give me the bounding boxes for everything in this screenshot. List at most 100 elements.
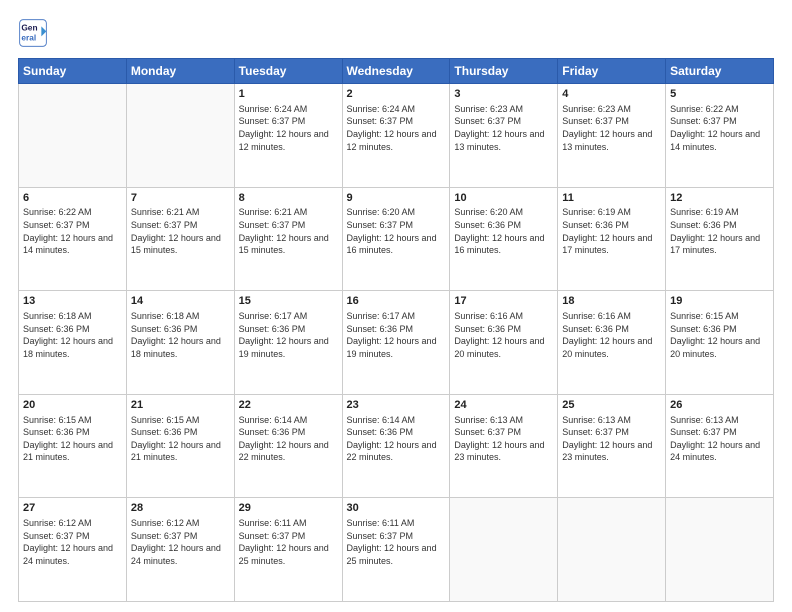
day-cell: 20Sunrise: 6:15 AMSunset: 6:36 PMDayligh… [19,394,127,498]
day-number: 12 [670,191,769,206]
day-detail: Sunrise: 6:23 AMSunset: 6:37 PMDaylight:… [562,103,661,153]
day-number: 13 [23,294,122,309]
day-detail: Sunrise: 6:11 AMSunset: 6:37 PMDaylight:… [239,517,338,567]
day-cell: 13Sunrise: 6:18 AMSunset: 6:36 PMDayligh… [19,291,127,395]
day-number: 20 [23,398,122,413]
day-number: 26 [670,398,769,413]
calendar-body: 1Sunrise: 6:24 AMSunset: 6:37 PMDaylight… [19,84,774,602]
day-cell: 14Sunrise: 6:18 AMSunset: 6:36 PMDayligh… [126,291,234,395]
day-cell: 16Sunrise: 6:17 AMSunset: 6:36 PMDayligh… [342,291,450,395]
day-number: 5 [670,87,769,102]
day-number: 23 [347,398,446,413]
day-cell: 27Sunrise: 6:12 AMSunset: 6:37 PMDayligh… [19,498,127,602]
day-number: 14 [131,294,230,309]
day-cell: 28Sunrise: 6:12 AMSunset: 6:37 PMDayligh… [126,498,234,602]
day-detail: Sunrise: 6:17 AMSunset: 6:36 PMDaylight:… [239,310,338,360]
day-number: 28 [131,501,230,516]
day-cell: 8Sunrise: 6:21 AMSunset: 6:37 PMDaylight… [234,187,342,291]
day-number: 29 [239,501,338,516]
header-row: SundayMondayTuesdayWednesdayThursdayFrid… [19,59,774,84]
page: Gen eral SundayMondayTuesdayWednesdayThu… [0,0,792,612]
week-row-5: 27Sunrise: 6:12 AMSunset: 6:37 PMDayligh… [19,498,774,602]
day-cell: 9Sunrise: 6:20 AMSunset: 6:37 PMDaylight… [342,187,450,291]
week-row-2: 6Sunrise: 6:22 AMSunset: 6:37 PMDaylight… [19,187,774,291]
day-cell [19,84,127,188]
day-detail: Sunrise: 6:18 AMSunset: 6:36 PMDaylight:… [131,310,230,360]
day-cell: 24Sunrise: 6:13 AMSunset: 6:37 PMDayligh… [450,394,558,498]
day-number: 16 [347,294,446,309]
day-header-wednesday: Wednesday [342,59,450,84]
day-detail: Sunrise: 6:19 AMSunset: 6:36 PMDaylight:… [562,206,661,256]
day-number: 4 [562,87,661,102]
day-detail: Sunrise: 6:16 AMSunset: 6:36 PMDaylight:… [562,310,661,360]
day-number: 18 [562,294,661,309]
day-header-thursday: Thursday [450,59,558,84]
day-number: 25 [562,398,661,413]
day-number: 17 [454,294,553,309]
day-cell: 30Sunrise: 6:11 AMSunset: 6:37 PMDayligh… [342,498,450,602]
day-detail: Sunrise: 6:14 AMSunset: 6:36 PMDaylight:… [239,414,338,464]
day-detail: Sunrise: 6:12 AMSunset: 6:37 PMDaylight:… [23,517,122,567]
day-detail: Sunrise: 6:15 AMSunset: 6:36 PMDaylight:… [670,310,769,360]
header: Gen eral [18,18,774,48]
day-cell [666,498,774,602]
day-cell: 19Sunrise: 6:15 AMSunset: 6:36 PMDayligh… [666,291,774,395]
day-cell: 26Sunrise: 6:13 AMSunset: 6:37 PMDayligh… [666,394,774,498]
day-cell: 6Sunrise: 6:22 AMSunset: 6:37 PMDaylight… [19,187,127,291]
day-cell [450,498,558,602]
logo: Gen eral [18,18,52,48]
day-detail: Sunrise: 6:19 AMSunset: 6:36 PMDaylight:… [670,206,769,256]
day-number: 19 [670,294,769,309]
day-header-saturday: Saturday [666,59,774,84]
day-number: 11 [562,191,661,206]
calendar: SundayMondayTuesdayWednesdayThursdayFrid… [18,58,774,602]
day-cell: 7Sunrise: 6:21 AMSunset: 6:37 PMDaylight… [126,187,234,291]
week-row-3: 13Sunrise: 6:18 AMSunset: 6:36 PMDayligh… [19,291,774,395]
svg-text:eral: eral [21,33,36,43]
day-number: 6 [23,191,122,206]
day-header-monday: Monday [126,59,234,84]
day-cell: 1Sunrise: 6:24 AMSunset: 6:37 PMDaylight… [234,84,342,188]
day-number: 9 [347,191,446,206]
day-detail: Sunrise: 6:23 AMSunset: 6:37 PMDaylight:… [454,103,553,153]
calendar-header: SundayMondayTuesdayWednesdayThursdayFrid… [19,59,774,84]
day-cell: 21Sunrise: 6:15 AMSunset: 6:36 PMDayligh… [126,394,234,498]
day-header-sunday: Sunday [19,59,127,84]
day-detail: Sunrise: 6:21 AMSunset: 6:37 PMDaylight:… [239,206,338,256]
day-number: 22 [239,398,338,413]
day-detail: Sunrise: 6:20 AMSunset: 6:36 PMDaylight:… [454,206,553,256]
day-detail: Sunrise: 6:24 AMSunset: 6:37 PMDaylight:… [239,103,338,153]
day-cell: 12Sunrise: 6:19 AMSunset: 6:36 PMDayligh… [666,187,774,291]
week-row-4: 20Sunrise: 6:15 AMSunset: 6:36 PMDayligh… [19,394,774,498]
day-cell: 22Sunrise: 6:14 AMSunset: 6:36 PMDayligh… [234,394,342,498]
day-detail: Sunrise: 6:20 AMSunset: 6:37 PMDaylight:… [347,206,446,256]
day-cell: 2Sunrise: 6:24 AMSunset: 6:37 PMDaylight… [342,84,450,188]
day-detail: Sunrise: 6:16 AMSunset: 6:36 PMDaylight:… [454,310,553,360]
week-row-1: 1Sunrise: 6:24 AMSunset: 6:37 PMDaylight… [19,84,774,188]
day-detail: Sunrise: 6:11 AMSunset: 6:37 PMDaylight:… [347,517,446,567]
day-detail: Sunrise: 6:15 AMSunset: 6:36 PMDaylight:… [131,414,230,464]
day-detail: Sunrise: 6:22 AMSunset: 6:37 PMDaylight:… [23,206,122,256]
day-header-tuesday: Tuesday [234,59,342,84]
day-detail: Sunrise: 6:18 AMSunset: 6:36 PMDaylight:… [23,310,122,360]
day-header-friday: Friday [558,59,666,84]
day-cell: 29Sunrise: 6:11 AMSunset: 6:37 PMDayligh… [234,498,342,602]
day-number: 24 [454,398,553,413]
day-cell: 25Sunrise: 6:13 AMSunset: 6:37 PMDayligh… [558,394,666,498]
day-cell: 18Sunrise: 6:16 AMSunset: 6:36 PMDayligh… [558,291,666,395]
svg-text:Gen: Gen [21,23,37,33]
day-cell: 23Sunrise: 6:14 AMSunset: 6:36 PMDayligh… [342,394,450,498]
day-number: 30 [347,501,446,516]
day-detail: Sunrise: 6:21 AMSunset: 6:37 PMDaylight:… [131,206,230,256]
day-detail: Sunrise: 6:14 AMSunset: 6:36 PMDaylight:… [347,414,446,464]
day-cell [558,498,666,602]
day-detail: Sunrise: 6:13 AMSunset: 6:37 PMDaylight:… [670,414,769,464]
day-detail: Sunrise: 6:13 AMSunset: 6:37 PMDaylight:… [454,414,553,464]
day-cell: 15Sunrise: 6:17 AMSunset: 6:36 PMDayligh… [234,291,342,395]
day-cell: 10Sunrise: 6:20 AMSunset: 6:36 PMDayligh… [450,187,558,291]
day-number: 15 [239,294,338,309]
day-number: 27 [23,501,122,516]
day-cell: 11Sunrise: 6:19 AMSunset: 6:36 PMDayligh… [558,187,666,291]
day-detail: Sunrise: 6:12 AMSunset: 6:37 PMDaylight:… [131,517,230,567]
day-detail: Sunrise: 6:15 AMSunset: 6:36 PMDaylight:… [23,414,122,464]
